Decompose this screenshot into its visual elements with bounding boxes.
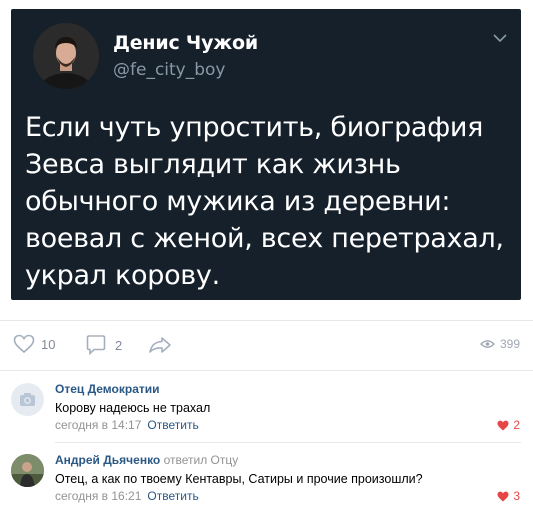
like-button[interactable]: 10 — [13, 334, 55, 354]
heart-icon — [497, 491, 509, 501]
reply-to-label[interactable]: ответил Отцу — [164, 453, 239, 467]
like-count: 10 — [41, 336, 56, 352]
views-count: 399 — [500, 337, 521, 351]
comment-time[interactable]: сегодня в 16:21 — [55, 489, 141, 503]
post-actions-bar: 10 2 399 — [0, 320, 533, 370]
heart-icon — [13, 334, 35, 354]
eye-icon — [480, 340, 495, 348]
share-icon — [149, 337, 171, 353]
comment-count: 2 — [115, 337, 123, 353]
comment-item: Андрей Дьяченко ответил Отцу Отец, а как… — [0, 442, 533, 511]
comment-item: Отец Демократии Корову надеюсь не трахал… — [0, 370, 533, 442]
comment-author-link[interactable]: Отец Демократии — [55, 382, 160, 396]
comment-icon — [86, 335, 106, 356]
commenter-photo — [11, 454, 44, 487]
camera-icon — [20, 393, 35, 406]
comment-like-button[interactable]: 2 — [497, 418, 520, 432]
comment-author-name: Отец Демократии — [55, 382, 160, 396]
comment-time[interactable]: сегодня в 14:17 — [55, 418, 141, 432]
tweet-author-name: Денис Чужой — [113, 32, 258, 54]
reply-button[interactable]: Ответить — [147, 489, 198, 503]
commenter-avatar[interactable] — [11, 454, 44, 487]
share-button[interactable] — [148, 336, 172, 354]
tweet-card: Денис Чужой @fe_city_boy Если чуть упрос… — [11, 9, 521, 300]
heart-icon — [497, 420, 509, 430]
tweet-author-avatar — [33, 23, 99, 89]
comment-text: Отец, а как по твоему Кентавры, Сатиры и… — [55, 472, 423, 486]
tweet-author-handle: @fe_city_boy — [113, 60, 226, 80]
comment-like-count: 3 — [513, 489, 520, 503]
comment-meta: сегодня в 16:21 Ответить — [55, 489, 199, 503]
comment-text: Корову надеюсь не трахал — [55, 401, 211, 415]
divider — [0, 320, 533, 321]
tweet-text: Если чуть упростить, биография Зевса выг… — [25, 112, 504, 291]
comment-like-button[interactable]: 3 — [497, 489, 520, 503]
comment-like-count: 2 — [513, 418, 520, 432]
comment-button[interactable]: 2 — [86, 334, 122, 356]
reply-button[interactable]: Ответить — [147, 418, 198, 432]
comment-author-link[interactable]: Андрей Дьяченко ответил Отцу — [55, 453, 238, 467]
commenter-avatar[interactable] — [11, 383, 44, 416]
views-counter: 399 — [480, 337, 520, 351]
chevron-down-icon[interactable] — [493, 33, 507, 43]
comment-meta: сегодня в 14:17 Ответить — [55, 418, 199, 432]
comment-author-name: Андрей Дьяченко — [55, 453, 161, 467]
